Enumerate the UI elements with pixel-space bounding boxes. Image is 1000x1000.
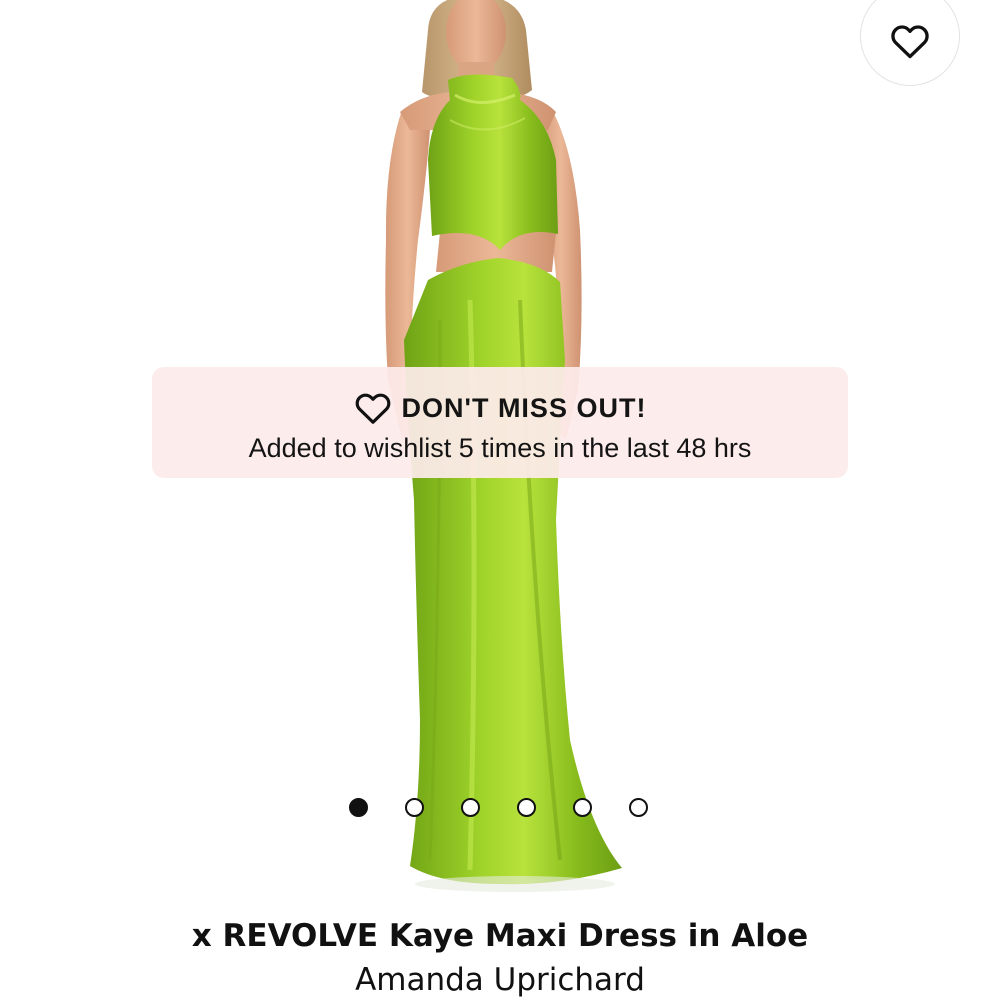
carousel-pagination bbox=[349, 798, 648, 817]
product-name: x REVOLVE Kaye Maxi Dress in Aloe bbox=[191, 918, 809, 954]
carousel-dot-2[interactable] bbox=[405, 798, 424, 817]
product-page: DON'T MISS OUT! Added to wishlist 5 time… bbox=[0, 0, 1000, 1000]
carousel-dot-6[interactable] bbox=[629, 798, 648, 817]
toast-title-row: DON'T MISS OUT! bbox=[152, 387, 848, 429]
toast-message: Added to wishlist 5 times in the last 48… bbox=[248, 433, 752, 463]
heart-icon bbox=[355, 393, 390, 424]
toast-title: DON'T MISS OUT! bbox=[401, 392, 647, 423]
carousel-dot-1[interactable] bbox=[349, 798, 368, 817]
wishlist-toast: DON'T MISS OUT! Added to wishlist 5 time… bbox=[152, 367, 848, 478]
carousel-dot-5[interactable] bbox=[573, 798, 592, 817]
carousel-dot-3[interactable] bbox=[461, 798, 480, 817]
carousel-dot-4[interactable] bbox=[517, 798, 536, 817]
brand-name[interactable]: Amanda Uprichard bbox=[0, 962, 1000, 998]
heart-icon bbox=[891, 25, 929, 59]
